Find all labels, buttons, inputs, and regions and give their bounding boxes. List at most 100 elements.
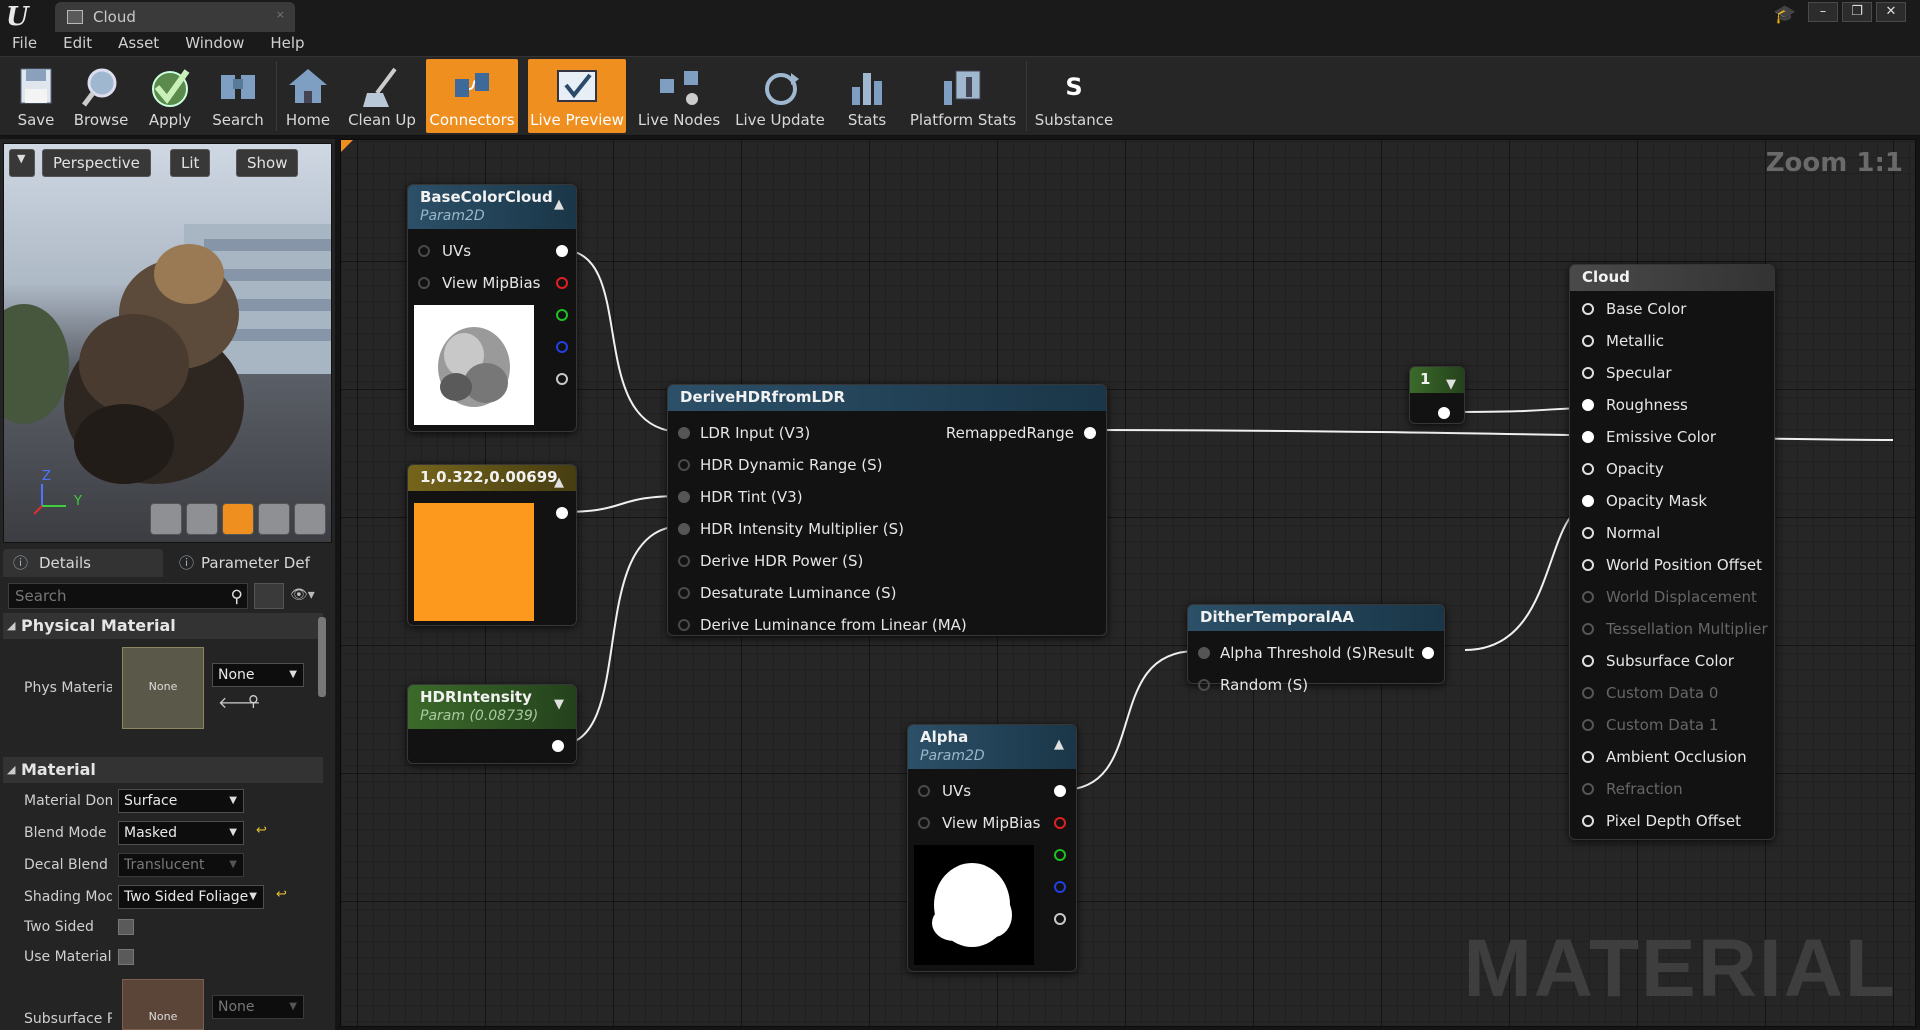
stats-button[interactable]: Stats <box>836 59 898 133</box>
platform-stats-button[interactable]: Platform Stats <box>906 59 1020 133</box>
menu-edit[interactable]: Edit <box>63 32 92 56</box>
eye-icon[interactable]: 👁▾ <box>290 587 315 603</box>
pin-result-out[interactable] <box>1422 647 1434 659</box>
live-update-button[interactable]: Live Update <box>732 59 828 133</box>
pin-remapped-range-out[interactable] <box>1084 427 1096 439</box>
pin-alpha-threshold[interactable] <box>1198 647 1210 659</box>
material-section[interactable]: Material <box>3 757 323 783</box>
pin-r-out[interactable] <box>556 277 568 289</box>
connectors-button[interactable]: Connectors <box>426 59 518 133</box>
clean-up-button[interactable]: Clean Up <box>346 59 418 133</box>
preview-viewport[interactable]: ▼ Perspective Lit Show Z Y <box>3 143 332 543</box>
node-header[interactable]: 1 ▼ <box>1410 367 1464 393</box>
pin-value-out[interactable] <box>1438 407 1450 419</box>
pin-base-color-input[interactable] <box>1582 303 1594 315</box>
collapse-icon[interactable]: ▲ <box>1054 733 1064 757</box>
sphere-mesh-icon[interactable] <box>186 503 218 535</box>
lit-button[interactable]: Lit <box>170 149 211 177</box>
home-button[interactable]: Home <box>280 59 336 133</box>
viewport-options-dropdown[interactable]: ▼ <box>9 149 35 177</box>
phys-material-thumbnail[interactable]: None <box>122 647 204 729</box>
browse-magnifier-icon[interactable]: ⚲ <box>248 692 259 710</box>
pin-derive-hdr-power[interactable] <box>678 555 690 567</box>
show-button[interactable]: Show <box>236 149 299 177</box>
pin-mipbias-in[interactable] <box>918 817 930 829</box>
pin-uvs-in[interactable] <box>918 785 930 797</box>
pin-b-out[interactable] <box>1054 881 1066 893</box>
pin-mipbias-in[interactable] <box>418 277 430 289</box>
pin-opacity-mask-input[interactable] <box>1582 495 1594 507</box>
node-dither-temporal-aa[interactable]: DitherTemporalAA Alpha Threshold (S) Ran… <box>1187 604 1445 694</box>
pin-roughness-input[interactable] <box>1582 399 1594 411</box>
pin-ldr-input[interactable] <box>678 427 690 439</box>
pin-rgb-out[interactable] <box>556 507 568 519</box>
pin-random[interactable] <box>1198 679 1210 691</box>
node-header[interactable]: DeriveHDRfromLDR <box>668 385 1106 411</box>
pin-a-out[interactable] <box>556 373 568 385</box>
node-header[interactable]: Alpha Param2D ▲ <box>908 725 1076 769</box>
pin-r-out[interactable] <box>1054 817 1066 829</box>
view-options-grid-icon[interactable] <box>254 583 284 609</box>
perspective-button[interactable]: Perspective <box>42 149 151 177</box>
pin-metallic-input[interactable] <box>1582 335 1594 347</box>
node-base-color-cloud[interactable]: BaseColorCloud Param2D ▲ UVs View MipBia… <box>407 184 577 432</box>
pin-specular-input[interactable] <box>1582 367 1594 379</box>
reset-to-default-icon[interactable]: ↩ <box>256 823 267 838</box>
maximize-button[interactable]: ❐ <box>1842 2 1872 22</box>
pin-b-out[interactable] <box>556 341 568 353</box>
pin-rgb-out[interactable] <box>1054 785 1066 797</box>
node-hdr-intensity[interactable]: HDRIntensity Param (0.08739) ▼ <box>407 684 577 764</box>
reset-to-default-icon[interactable]: ↩ <box>276 887 287 902</box>
phys-material-combo[interactable]: None <box>212 663 304 687</box>
plane-mesh-icon[interactable] <box>222 503 254 535</box>
pin-g-out[interactable] <box>556 309 568 321</box>
details-scrollbar[interactable] <box>318 617 326 697</box>
pin-normal-input[interactable] <box>1582 527 1594 539</box>
tab-details[interactable]: ⓘ Details <box>3 549 163 577</box>
node-header[interactable]: 1,0.322,0.00699 ▲ <box>408 465 576 491</box>
pin-a-out[interactable] <box>1054 913 1066 925</box>
unreal-logo-icon[interactable]: U <box>6 2 36 32</box>
use-material-checkbox[interactable] <box>118 949 134 965</box>
material-domain-combo[interactable]: Surface <box>118 789 244 813</box>
live-nodes-button[interactable]: Live Nodes <box>634 59 724 133</box>
node-constant-one[interactable]: 1 ▼ <box>1409 366 1465 424</box>
pin-desaturate-luminance[interactable] <box>678 587 690 599</box>
pin-opacity-input[interactable] <box>1582 463 1594 475</box>
pin-world-position-offset-input[interactable] <box>1582 559 1594 571</box>
pin-hdr-dynamic-range[interactable] <box>678 459 690 471</box>
collapse-icon[interactable]: ▲ <box>554 471 564 495</box>
pin-rgb-out[interactable] <box>556 245 568 257</box>
details-search-input[interactable]: Search ⚲ <box>8 583 248 609</box>
menu-file[interactable]: File <box>12 32 37 56</box>
subsurface-profile-thumbnail[interactable]: None <box>122 979 204 1030</box>
pin-hdr-tint[interactable] <box>678 491 690 503</box>
node-derive-hdr-from-ldr[interactable]: DeriveHDRfromLDR LDR Input (V3) HDR Dyna… <box>667 384 1107 636</box>
pin-g-out[interactable] <box>1054 849 1066 861</box>
node-cloud-material-result[interactable]: Cloud Base Color Metallic Specular Roughnes… <box>1569 264 1775 840</box>
pin-pixel-depth-offset-input[interactable] <box>1582 815 1594 827</box>
tab-parameter-defaults[interactable]: ⓘ Parameter Def <box>171 549 331 577</box>
expand-icon[interactable]: ▼ <box>554 693 564 717</box>
live-preview-button[interactable]: Live Preview <box>528 59 626 133</box>
blend-mode-combo[interactable]: Masked <box>118 821 244 845</box>
search-button[interactable]: Search <box>206 59 270 133</box>
graduation-cap-icon[interactable]: 🎓 <box>1774 4 1796 25</box>
pin-emissive-color-input[interactable] <box>1582 431 1594 443</box>
minimize-button[interactable]: – <box>1808 2 1838 22</box>
node-constant3-vector[interactable]: 1,0.322,0.00699 ▲ <box>407 464 577 626</box>
pin-hdr-intensity-multiplier[interactable] <box>678 523 690 535</box>
cube-mesh-icon[interactable] <box>258 503 290 535</box>
menu-help[interactable]: Help <box>270 32 304 56</box>
close-button[interactable]: ✕ <box>1876 2 1906 22</box>
browse-button[interactable]: Browse <box>70 59 132 133</box>
cylinder-mesh-icon[interactable] <box>150 503 182 535</box>
save-button[interactable]: Save <box>6 59 66 133</box>
material-graph-canvas[interactable]: Zoom 1:1 MATERIAL BaseColorCloud Param2D… <box>340 139 1916 1027</box>
tab-close-icon[interactable]: × <box>276 8 285 21</box>
pin-subsurface-color-input[interactable] <box>1582 655 1594 667</box>
node-alpha[interactable]: Alpha Param2D ▲ UVs View MipBias <box>907 724 1077 972</box>
shading-model-combo[interactable]: Two Sided Foliage <box>118 885 264 909</box>
pin-ambient-occlusion-input[interactable] <box>1582 751 1594 763</box>
node-header[interactable]: BaseColorCloud Param2D ▲ <box>408 185 576 229</box>
